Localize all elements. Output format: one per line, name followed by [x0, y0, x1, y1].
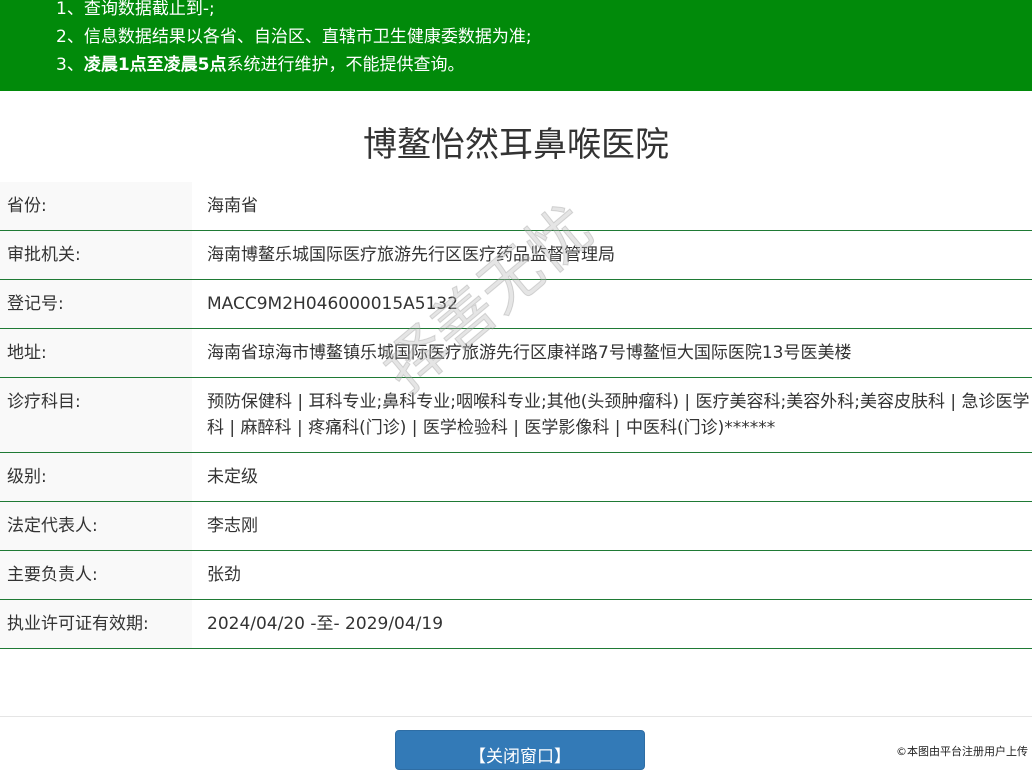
table-row: 执业许可证有效期: 2024/04/20 -至- 2029/04/19 — [0, 599, 1032, 649]
notice-banner: 1、查询数据截止到-; 2、信息数据结果以各省、自治区、直辖市卫生健康委数据为准… — [0, 0, 1032, 91]
row-value: 2024/04/20 -至- 2029/04/19 — [192, 599, 1032, 649]
row-value: 张劲 — [192, 550, 1032, 600]
upload-credit: ©本图由平台注册用户上传 — [896, 745, 1028, 758]
table-row: 主要负责人: 张劲 — [0, 550, 1032, 600]
notice-line-3-suffix: 系统进行维护，不能提供查询。 — [226, 55, 465, 75]
row-label: 诊疗科目: — [0, 377, 192, 453]
notice-line-2: 2、信息数据结果以各省、自治区、直辖市卫生健康委数据为准; — [56, 27, 532, 47]
table-row: 级别: 未定级 — [0, 452, 1032, 502]
row-label: 地址: — [0, 328, 192, 378]
row-label: 主要负责人: — [0, 550, 192, 600]
table-row: 省份: 海南省 — [0, 182, 1032, 231]
table-row: 法定代表人: 李志刚 — [0, 501, 1032, 551]
row-label: 审批机关: — [0, 230, 192, 280]
row-value: 海南省 — [192, 182, 1032, 231]
close-window-button[interactable]: 【关闭窗口】 — [395, 730, 645, 770]
table-row: 登记号: MACC9M2H046000015A5132 — [0, 279, 1032, 329]
hospital-info-table: 省份: 海南省 审批机关: 海南博鳌乐城国际医疗旅游先行区医疗药品监督管理局 登… — [0, 182, 1032, 649]
row-label: 法定代表人: — [0, 501, 192, 551]
table-row: 诊疗科目: 预防保健科 | 耳科专业;鼻科专业;咽喉科专业;其他(头颈肿瘤科) … — [0, 377, 1032, 453]
row-value: 海南博鳌乐城国际医疗旅游先行区医疗药品监督管理局 — [192, 230, 1032, 280]
row-value: 海南省琼海市博鳌镇乐城国际医疗旅游先行区康祥路7号博鳌恒大国际医院13号医美楼 — [192, 328, 1032, 378]
row-value: 李志刚 — [192, 501, 1032, 551]
table-row: 审批机关: 海南博鳌乐城国际医疗旅游先行区医疗药品监督管理局 — [0, 230, 1032, 280]
row-value: 未定级 — [192, 452, 1032, 502]
row-value: 预防保健科 | 耳科专业;鼻科专业;咽喉科专业;其他(头颈肿瘤科) | 医疗美容… — [192, 377, 1032, 453]
page-title: 博鳌怡然耳鼻喉医院 — [363, 125, 669, 165]
row-label: 登记号: — [0, 279, 192, 329]
table-row: 地址: 海南省琼海市博鳌镇乐城国际医疗旅游先行区康祥路7号博鳌恒大国际医院13号… — [0, 328, 1032, 378]
row-value: MACC9M2H046000015A5132 — [192, 279, 1032, 329]
row-label: 执业许可证有效期: — [0, 599, 192, 649]
notice-line-3: 3、凌晨1点至凌晨5点系统进行维护，不能提供查询。 — [56, 54, 465, 76]
notice-line-3-prefix: 3、 — [56, 55, 84, 75]
row-label: 级别: — [0, 452, 192, 502]
notice-line-1: 1、查询数据截止到-; — [56, 0, 215, 19]
footer-divider — [0, 716, 1032, 717]
maintenance-time: 凌晨1点至凌晨5点 — [83, 55, 227, 75]
row-label: 省份: — [0, 182, 192, 231]
